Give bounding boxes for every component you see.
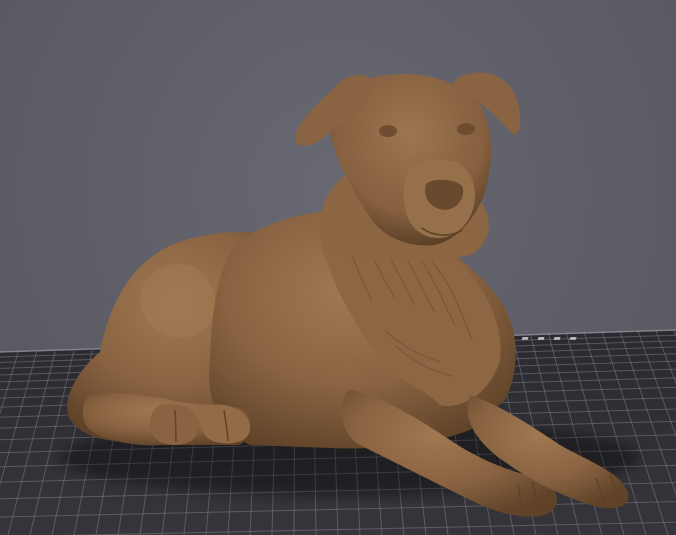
- dog-eye-right: [457, 123, 475, 135]
- dog-eye-left: [379, 125, 397, 137]
- dog-paw-left: [150, 403, 199, 445]
- build-plate-label: ▬ ▬ ▬ ▬: [520, 333, 580, 344]
- 3d-viewport[interactable]: ▬ ▬ ▬ ▬: [0, 0, 676, 535]
- scene-canvas[interactable]: [0, 0, 676, 535]
